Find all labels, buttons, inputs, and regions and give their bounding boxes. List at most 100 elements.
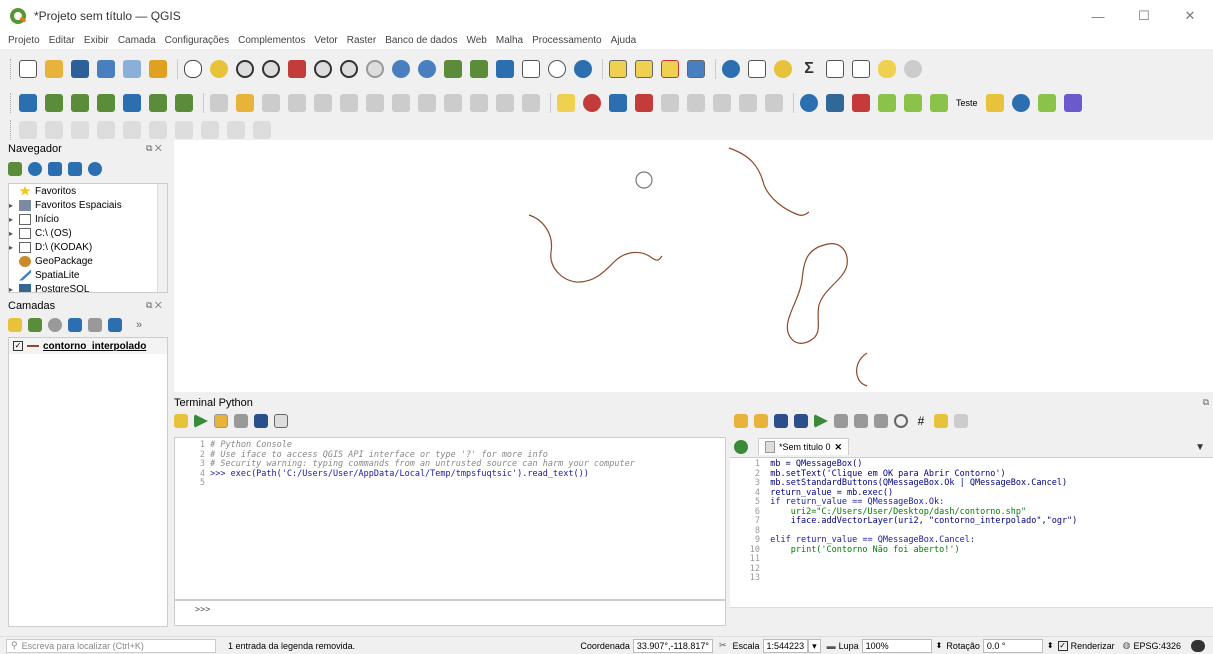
- paste-icon[interactable]: [874, 414, 888, 428]
- menu-editar[interactable]: Editar: [49, 35, 75, 46]
- find-icon[interactable]: [894, 414, 908, 428]
- delete-part-icon[interactable]: [201, 121, 219, 139]
- toggle-editing-icon[interactable]: [236, 94, 254, 112]
- map-canvas[interactable]: [174, 140, 1213, 392]
- new-geopackage-icon[interactable]: [45, 94, 63, 112]
- plugin-green-icon[interactable]: [878, 94, 896, 112]
- print-layout-icon[interactable]: [123, 60, 141, 78]
- change-label-icon[interactable]: [713, 94, 731, 112]
- plugin-green-4-icon[interactable]: [1037, 94, 1056, 112]
- paste-features-icon[interactable]: [470, 94, 488, 112]
- rotation-spin-icon[interactable]: ⬍: [1047, 641, 1054, 650]
- plugin-refresh-icon[interactable]: [1011, 94, 1030, 112]
- zoom-last-icon[interactable]: [392, 60, 410, 78]
- python-float-icon[interactable]: ⧉: [1203, 397, 1209, 408]
- collapse-all-icon[interactable]: [68, 162, 82, 176]
- close-button[interactable]: ✕: [1167, 0, 1213, 32]
- tab-list-dropdown-icon[interactable]: ▼: [1195, 442, 1205, 453]
- tree-item-spatialite[interactable]: SpatiaLite: [9, 268, 167, 282]
- show-editor-icon[interactable]: [214, 414, 228, 428]
- pan-hand-icon[interactable]: [184, 60, 202, 78]
- zoom-full-icon[interactable]: [288, 60, 306, 78]
- open-script-icon[interactable]: [734, 414, 748, 428]
- filter-expression-icon[interactable]: [88, 318, 102, 332]
- add-layer-icon[interactable]: [8, 162, 22, 176]
- menu-malha[interactable]: Malha: [496, 35, 523, 46]
- render-checkbox[interactable]: ✓: [1057, 640, 1068, 651]
- zoom-layer-icon[interactable]: [340, 60, 358, 78]
- new-3d-view-icon[interactable]: [470, 60, 488, 78]
- pin-labels-icon[interactable]: [609, 94, 627, 112]
- show-bookmarks-icon[interactable]: [522, 60, 540, 78]
- magnifier-field[interactable]: 100%: [861, 638, 932, 653]
- save-as-icon[interactable]: [97, 60, 115, 78]
- select-features-icon[interactable]: [609, 60, 627, 78]
- measure-icon[interactable]: [852, 60, 870, 78]
- scale-field[interactable]: 1:544223: [762, 638, 809, 653]
- fill-ring-icon[interactable]: [149, 121, 167, 139]
- plugin-green-3-icon[interactable]: [930, 94, 948, 112]
- modify-attributes-icon[interactable]: [366, 94, 384, 112]
- unpinned-labels-icon[interactable]: [765, 94, 783, 112]
- label-tool-icon[interactable]: [557, 94, 575, 112]
- manage-visibility-icon[interactable]: [48, 318, 62, 332]
- add-part-icon[interactable]: [123, 121, 141, 139]
- menu-camada[interactable]: Camada: [118, 35, 156, 46]
- rotate-label-icon[interactable]: [687, 94, 705, 112]
- menu-processamento[interactable]: Processamento: [532, 35, 601, 46]
- add-group-icon[interactable]: [28, 318, 42, 332]
- menu-banco-de-dados[interactable]: Banco de dados: [385, 35, 457, 46]
- add-feature-icon[interactable]: [314, 94, 332, 112]
- move-label-icon[interactable]: [661, 94, 679, 112]
- menu-projeto[interactable]: Projeto: [8, 35, 40, 46]
- pan-to-selection-icon[interactable]: [210, 60, 228, 78]
- toolbar-grip[interactable]: [10, 120, 13, 140]
- clear-console-icon[interactable]: [174, 414, 188, 428]
- layer-item[interactable]: ✓ contorno_interpolado: [9, 338, 167, 354]
- new-editor-icon[interactable]: [734, 439, 748, 454]
- menu-raster[interactable]: Raster: [347, 35, 376, 46]
- style-panel-icon[interactable]: [8, 318, 22, 332]
- teste-button[interactable]: Teste: [956, 98, 978, 108]
- toggle-extents-icon[interactable]: ✂: [719, 640, 727, 651]
- label-properties-icon[interactable]: [739, 94, 757, 112]
- navigator-float-close-icon[interactable]: ⧉ ✕: [146, 143, 162, 154]
- vertex-tool-icon[interactable]: [340, 94, 358, 112]
- digitize-line-icon[interactable]: [288, 94, 306, 112]
- messages-icon[interactable]: [1191, 639, 1205, 652]
- editor-tab[interactable]: *Sem título 0 ✕: [758, 438, 850, 455]
- select-location-icon[interactable]: [687, 60, 705, 78]
- tree-item-favoritos[interactable]: Favoritos: [9, 184, 167, 198]
- menu-configuracoes[interactable]: Configurações: [165, 35, 229, 46]
- run-command-icon[interactable]: [194, 414, 208, 428]
- undo-icon[interactable]: [496, 94, 514, 112]
- toolbar-grip[interactable]: [10, 93, 13, 113]
- help-book-icon[interactable]: [254, 414, 268, 428]
- plugin-globe-icon[interactable]: [800, 94, 818, 112]
- identify-icon[interactable]: [722, 60, 740, 78]
- coordinate-field[interactable]: 33.907°,-118.817°: [632, 638, 713, 653]
- add-raster-icon[interactable]: [149, 94, 167, 112]
- new-temp-layer-icon[interactable]: [123, 94, 141, 112]
- layers-more-button[interactable]: »: [136, 319, 142, 331]
- zoom-in-icon[interactable]: [236, 60, 254, 78]
- delete-ring-icon[interactable]: [175, 121, 193, 139]
- tree-item-inicio[interactable]: ▸ Início: [9, 212, 167, 226]
- copy-icon[interactable]: [854, 414, 868, 428]
- crs-globe-icon[interactable]: ◍: [1123, 640, 1131, 651]
- simplify-icon[interactable]: [71, 121, 89, 139]
- layers-float-close-icon[interactable]: ⧉ ✕: [146, 300, 162, 311]
- tree-item-c-drive[interactable]: ▸ C:\ (OS): [9, 226, 167, 240]
- refresh-icon[interactable]: [574, 60, 592, 78]
- advanced-digitize-icon[interactable]: [19, 121, 37, 139]
- statistics-sigma-icon[interactable]: Σ: [800, 60, 818, 78]
- bookmark-new-icon[interactable]: [496, 60, 514, 78]
- options-icon[interactable]: [234, 414, 248, 428]
- menu-web[interactable]: Web: [466, 35, 486, 46]
- deselect-all-icon[interactable]: [661, 60, 679, 78]
- navigator-scrollbar[interactable]: [157, 184, 167, 292]
- tree-item-favoritos-espaciais[interactable]: ▸ Favoritos Espaciais: [9, 198, 167, 212]
- console-input[interactable]: >>>: [174, 600, 726, 626]
- edit-pencil-icon[interactable]: [210, 94, 228, 112]
- crs-label[interactable]: EPSG:4326: [1133, 641, 1181, 651]
